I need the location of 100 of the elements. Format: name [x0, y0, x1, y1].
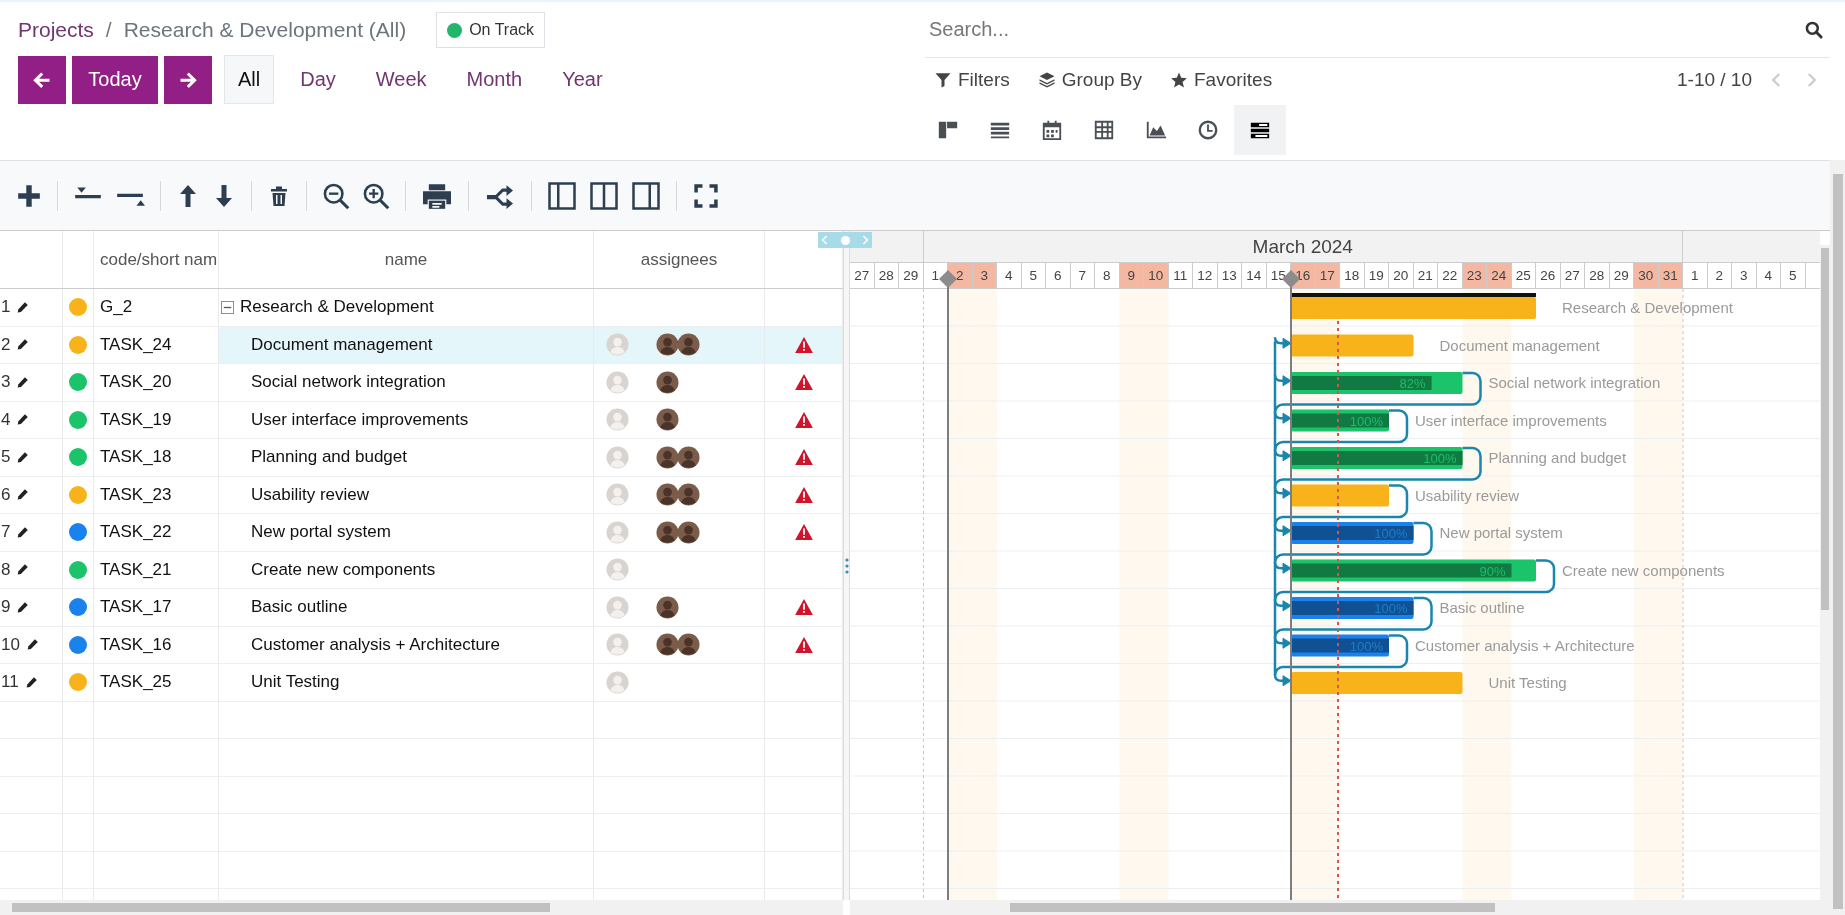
bar-label: Basic outline: [1439, 599, 1525, 616]
row-number: 2: [1, 334, 11, 355]
bar-label: Customer analysis + Architecture: [1415, 636, 1635, 654]
progress-label: 100%: [1423, 451, 1457, 466]
row-number: 3: [1, 372, 11, 393]
layout-icon[interactable]: [547, 180, 577, 211]
pencil-icon[interactable]: [16, 600, 30, 614]
scale-tab[interactable]: Day: [286, 55, 350, 104]
avatar: [606, 670, 629, 694]
day-header: 17: [1315, 263, 1340, 288]
task-name: Planning and budget: [251, 447, 407, 468]
pencil-icon[interactable]: [16, 563, 30, 577]
kanban-icon: [937, 119, 959, 141]
pencil-icon[interactable]: [25, 638, 39, 652]
row-number: 6: [1, 484, 11, 505]
layout-icon[interactable]: [589, 180, 619, 211]
task-code: TASK_20: [100, 372, 172, 393]
search-option[interactable]: Group By: [1023, 69, 1156, 91]
scrollbar-thumb[interactable]: [1010, 903, 1495, 912]
task-name: Usability review: [251, 484, 370, 505]
calendar-icon: [1041, 119, 1063, 141]
dependency-arrow: [1273, 487, 1292, 499]
search-option[interactable]: Filters: [920, 69, 1024, 91]
bar-label: Social network integration: [1488, 374, 1661, 391]
today-button[interactable]: Today: [72, 55, 158, 104]
add-icon[interactable]: [16, 182, 42, 209]
filter-icon: [934, 71, 952, 89]
circle-icon: [839, 234, 851, 246]
status-badge[interactable]: On Track: [436, 12, 546, 48]
avatar: [656, 445, 679, 469]
pencil-icon[interactable]: [16, 488, 30, 502]
avatar: [606, 445, 629, 469]
search-option[interactable]: Favorites: [1156, 69, 1287, 91]
day-header: 24: [1487, 263, 1512, 288]
breadcrumb-link[interactable]: Projects: [18, 18, 94, 42]
fullscreen-icon[interactable]: [692, 181, 720, 210]
progress-label: 100%: [1349, 413, 1383, 429]
zoom-in-icon[interactable]: [362, 181, 390, 210]
bar-label: Unit Testing: [1488, 674, 1567, 691]
task-name: User interface improvements: [251, 409, 469, 430]
scale-tab[interactable]: Year: [548, 55, 617, 104]
milestone-marker[interactable]: [939, 270, 957, 900]
task-code: TASK_22: [100, 522, 172, 543]
scale-tab[interactable]: All: [224, 55, 275, 104]
task-code: TASK_19: [100, 409, 172, 430]
search-icon[interactable]: [1804, 19, 1824, 40]
day-header: 10: [1144, 263, 1169, 288]
summary-bar[interactable]: [1291, 293, 1536, 319]
scrollbar-thumb[interactable]: [1833, 174, 1843, 909]
dependency-arrow: [1273, 374, 1292, 387]
avatar: [606, 595, 629, 619]
zoom-out-icon[interactable]: [322, 181, 350, 210]
pencil-icon[interactable]: [16, 450, 30, 464]
task-bar[interactable]: [1291, 559, 1536, 582]
column-header[interactable]: name: [384, 249, 428, 270]
task-bar[interactable]: [1291, 409, 1389, 432]
task-bar[interactable]: [1291, 634, 1389, 657]
avatar: [656, 370, 679, 394]
day-header: 9: [1119, 263, 1144, 288]
print-icon[interactable]: [421, 181, 453, 210]
bar-label: Planning and budget: [1488, 449, 1627, 466]
progress-label: 100%: [1374, 601, 1408, 616]
avatar: [677, 520, 700, 544]
row-number: 5: [1, 447, 11, 468]
next-button[interactable]: [164, 55, 212, 104]
task-name: Unit Testing: [251, 672, 340, 693]
avatar: [656, 633, 679, 657]
star-icon: [1170, 71, 1188, 89]
pencil-icon[interactable]: [24, 675, 38, 689]
column-header[interactable]: assignees: [640, 249, 718, 270]
collapse-icon[interactable]: [221, 300, 234, 314]
avatar: [606, 333, 629, 357]
pencil-icon[interactable]: [16, 525, 30, 539]
task-code: TASK_17: [100, 597, 172, 618]
splitter-handle[interactable]: [818, 232, 872, 248]
scrollbar-thumb[interactable]: [1821, 248, 1829, 610]
progress-label: 100%: [1374, 526, 1408, 541]
task-code: TASK_18: [100, 447, 172, 468]
scale-tab[interactable]: Week: [361, 55, 441, 104]
dependency-arrow: [1273, 674, 1292, 687]
column-header[interactable]: code/short nam: [100, 249, 218, 270]
task-name: Research & Development: [240, 297, 434, 318]
task-name: Basic outline: [251, 597, 348, 618]
pencil-icon[interactable]: [16, 338, 30, 352]
pencil-icon[interactable]: [16, 375, 30, 389]
row-number: 9: [1, 597, 11, 618]
task-name: Social network integration: [251, 372, 446, 393]
task-code: TASK_23: [100, 484, 172, 505]
task-code: G_2: [100, 297, 133, 318]
view-button[interactable]: [1234, 105, 1286, 155]
dependency-arrow: [1273, 599, 1292, 612]
layout-icon[interactable]: [631, 180, 661, 211]
bar-label: User interface improvements: [1415, 411, 1607, 429]
scale-tab[interactable]: Month: [452, 55, 537, 104]
scrollbar-thumb[interactable]: [12, 903, 550, 912]
drag-handle-icon[interactable]: [844, 557, 849, 574]
pencil-icon[interactable]: [16, 413, 30, 427]
pencil-icon[interactable]: [16, 300, 30, 314]
previous-button[interactable]: [18, 55, 66, 104]
avatar: [606, 520, 629, 544]
